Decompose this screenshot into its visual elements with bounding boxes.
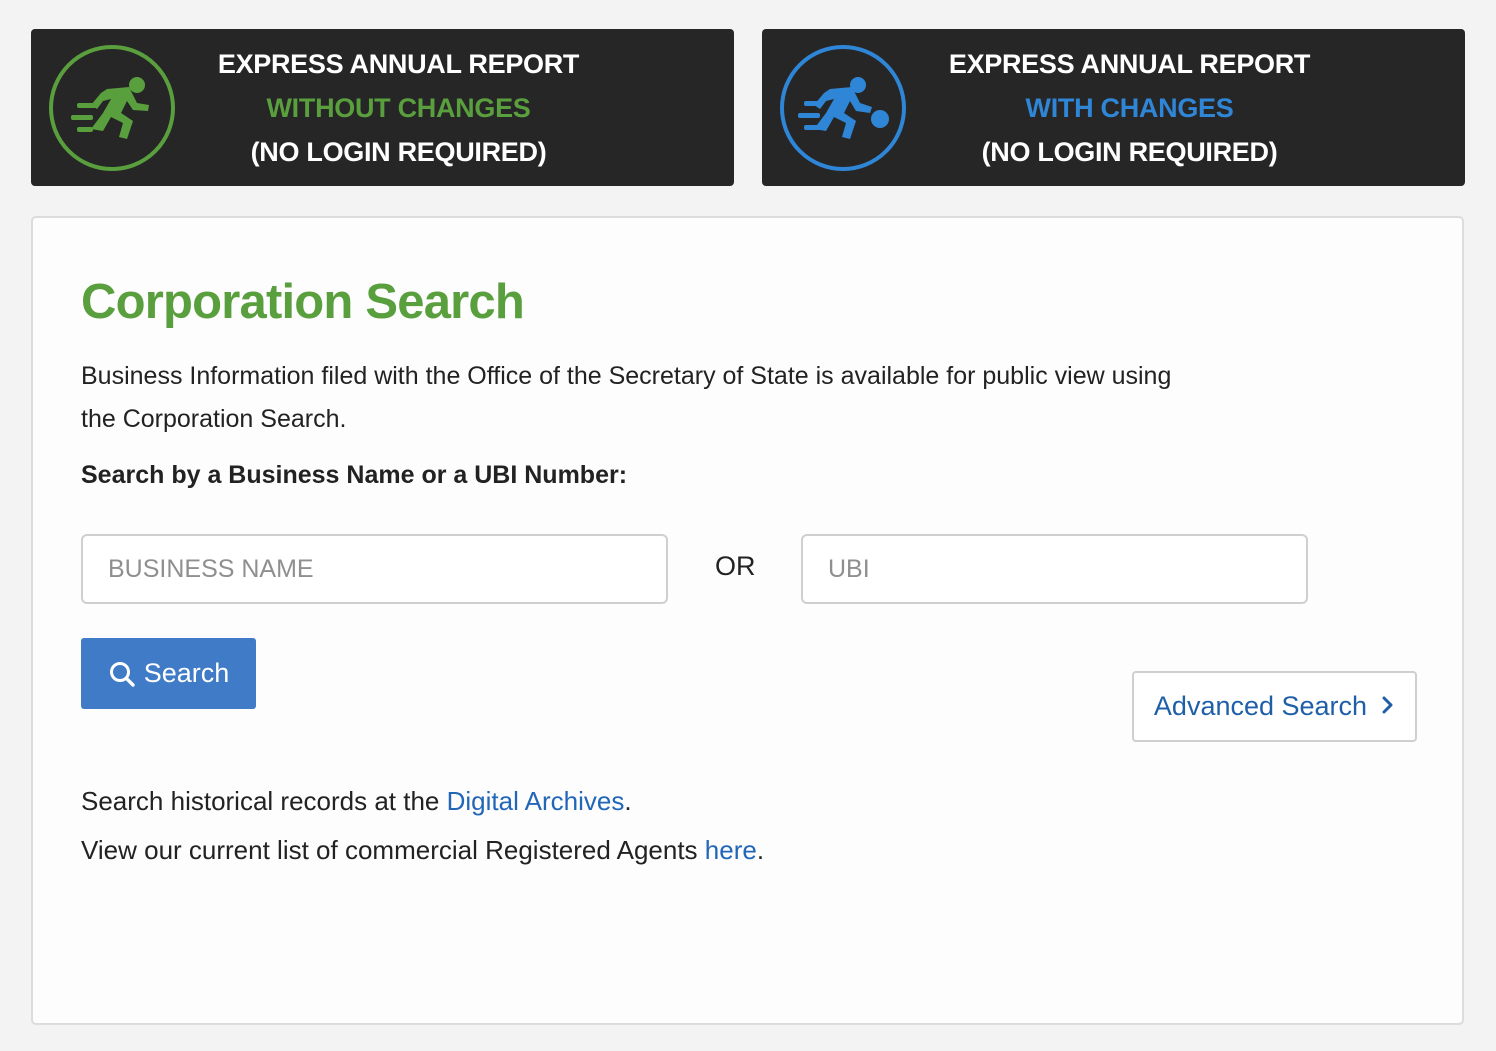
search-button-label: Search bbox=[143, 658, 230, 688]
digital-archives-text: Search historical records at the Digital… bbox=[81, 786, 632, 817]
express-report-with-changes-banner[interactable]: EXPRESS ANNUAL REPORT WITH CHANGES (NO L… bbox=[762, 29, 1465, 186]
registered-agents-text: View our current list of commercial Regi… bbox=[81, 835, 764, 866]
banner-title: EXPRESS ANNUAL REPORT bbox=[217, 48, 580, 79]
search-label: Search by a Business Name or a UBI Numbe… bbox=[81, 461, 628, 489]
digital-archives-link[interactable]: Digital Archives bbox=[447, 786, 625, 816]
runner-icon bbox=[47, 43, 177, 173]
archives-suffix: . bbox=[624, 786, 632, 816]
search-icon bbox=[108, 660, 136, 688]
agents-suffix: . bbox=[756, 835, 765, 865]
ubi-input[interactable] bbox=[801, 534, 1308, 604]
banner-subtitle: WITHOUT CHANGES bbox=[266, 92, 531, 123]
express-report-without-changes-banner[interactable]: EXPRESS ANNUAL REPORT WITHOUT CHANGES (N… bbox=[31, 29, 734, 186]
runner-with-ball-icon bbox=[778, 43, 908, 173]
banner-text: EXPRESS ANNUAL REPORT WITH CHANGES (NO L… bbox=[912, 29, 1465, 186]
intro-text: Business Information filed with the Offi… bbox=[81, 362, 1172, 433]
chevron-right-icon bbox=[1381, 691, 1395, 722]
advanced-search-label: Advanced Search bbox=[1153, 691, 1368, 721]
banner-note: (NO LOGIN REQUIRED) bbox=[981, 136, 1278, 167]
or-separator: OR bbox=[715, 551, 756, 581]
registered-agents-link[interactable]: here bbox=[705, 835, 757, 865]
agents-prefix: View our current list of commercial Regi… bbox=[81, 835, 705, 865]
business-name-input[interactable] bbox=[81, 534, 668, 604]
corporation-search-card: Corporation Search Business Information … bbox=[31, 216, 1464, 1025]
banner-note: (NO LOGIN REQUIRED) bbox=[250, 136, 547, 167]
banner-subtitle: WITH CHANGES bbox=[1025, 92, 1234, 123]
search-button[interactable]: Search bbox=[81, 638, 256, 709]
banner-title: EXPRESS ANNUAL REPORT bbox=[948, 48, 1311, 79]
page-title: Corporation Search bbox=[81, 275, 525, 329]
advanced-search-button[interactable]: Advanced Search bbox=[1132, 671, 1417, 742]
banner-text: EXPRESS ANNUAL REPORT WITHOUT CHANGES (N… bbox=[181, 29, 734, 186]
archives-prefix: Search historical records at the bbox=[81, 786, 447, 816]
